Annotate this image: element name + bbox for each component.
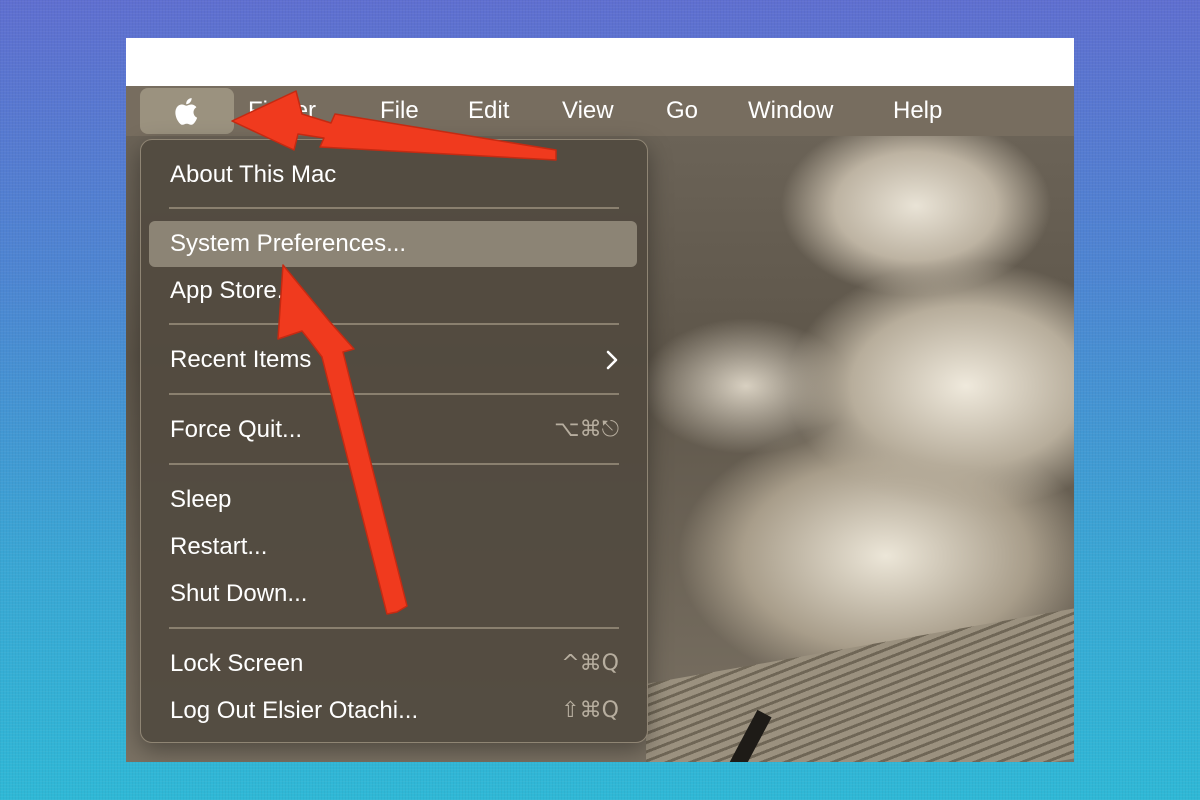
menu-separator [169, 207, 619, 209]
menu-item-label: Shut Down... [170, 580, 308, 607]
menu-item-label: Sleep [170, 486, 232, 513]
menubar-help[interactable]: Help [893, 86, 942, 136]
menu-item-app-store[interactable]: App Store... [149, 268, 637, 314]
menu-item-sleep[interactable]: Sleep [149, 477, 637, 523]
menubar-finder[interactable]: Finder [248, 86, 316, 136]
mac-screenshot: Finder File Edit View Go Window Help Abo… [126, 38, 1074, 762]
menu-item-label: Lock Screen [170, 650, 304, 677]
menu-separator [169, 463, 619, 465]
menu-item-label: System Preferences... [170, 230, 407, 257]
menu-item-system-preferences[interactable]: System Preferences... [149, 221, 637, 267]
menu-separator [169, 627, 619, 629]
chevron-right-icon [606, 350, 618, 370]
menubar-go[interactable]: Go [666, 86, 698, 136]
menubar-file[interactable]: File [380, 86, 419, 136]
menu-item-recent-items[interactable]: Recent Items [149, 337, 637, 383]
menu-item-about-this-mac[interactable]: About This Mac [149, 152, 637, 198]
menu-item-log-out[interactable]: Log Out Elsier Otachi... ⇧⌘Q [149, 688, 637, 734]
menu-separator [169, 393, 619, 395]
apple-menu-button[interactable] [140, 88, 234, 134]
menu-item-label: Force Quit... [170, 416, 303, 443]
menubar-edit[interactable]: Edit [468, 86, 509, 136]
menu-item-force-quit[interactable]: Force Quit... ⌥⌘⎋ [149, 407, 637, 453]
apple-dropdown-menu: About This Mac System Preferences... App… [140, 139, 648, 743]
menu-separator [169, 323, 619, 325]
menu-bar: Finder File Edit View Go Window Help [126, 86, 1074, 136]
apple-logo-icon [175, 98, 198, 125]
menu-item-label: Restart... [170, 533, 268, 560]
menu-item-shut-down[interactable]: Shut Down... [149, 571, 637, 617]
menu-item-lock-screen[interactable]: Lock Screen ^⌘Q [149, 641, 637, 687]
menubar-window[interactable]: Window [748, 86, 833, 136]
menu-item-restart[interactable]: Restart... [149, 524, 637, 570]
menu-item-shortcut: ⇧⌘Q [561, 698, 619, 723]
menu-item-label: Log Out Elsier Otachi... [170, 697, 419, 724]
menubar-view[interactable]: View [562, 86, 614, 136]
menu-item-label: Recent Items [170, 346, 312, 373]
window-top-area [126, 38, 1074, 86]
menu-item-shortcut: ⌥⌘⎋ [554, 417, 619, 442]
menu-item-shortcut: ^⌘Q [561, 651, 619, 676]
menu-item-label: App Store... [170, 277, 297, 304]
menu-item-label: About This Mac [170, 161, 337, 188]
wallpaper-roof [646, 608, 1074, 762]
